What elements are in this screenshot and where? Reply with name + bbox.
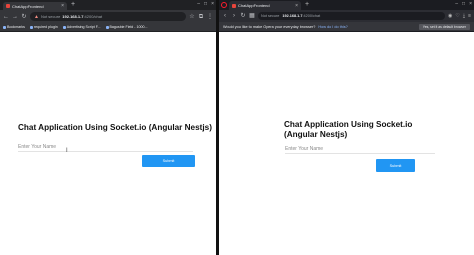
page-title: Chat Application Using Socket.io (Angula… bbox=[18, 123, 212, 132]
forward-icon[interactable]: → bbox=[12, 14, 18, 20]
right-security-label: Not secure bbox=[261, 14, 280, 18]
bookmark-item[interactable]: Advertising Script F... bbox=[62, 25, 101, 29]
download-icon[interactable]: ⤓ bbox=[463, 13, 465, 19]
left-page: Chat Application Using Socket.io (Angula… bbox=[0, 32, 216, 255]
name-input[interactable] bbox=[285, 145, 435, 154]
close-window-icon[interactable]: × bbox=[211, 1, 214, 7]
right-url-rest: :4200/chat bbox=[302, 14, 321, 18]
right-window-controls: – □ × bbox=[455, 1, 472, 7]
name-input[interactable] bbox=[18, 143, 193, 152]
left-url: 192.168.1.7:4200/chat bbox=[62, 14, 102, 19]
right-page: Chat Application Using Socket.io (Angula… bbox=[219, 33, 474, 255]
maximize-icon[interactable]: □ bbox=[204, 1, 207, 7]
reload-icon[interactable]: ↻ bbox=[240, 13, 246, 19]
menu-icon[interactable]: ≡ bbox=[468, 13, 471, 19]
bookmark-item[interactable]: Bookmarks bbox=[3, 25, 25, 29]
star-icon[interactable]: ☆ bbox=[189, 14, 195, 20]
default-browser-bar: Would you like to make Opera your everyd… bbox=[219, 22, 474, 32]
left-security-label: Not secure bbox=[40, 14, 61, 19]
close-window-icon[interactable]: × bbox=[469, 1, 472, 7]
right-url-host: 192.168.1.7 bbox=[282, 14, 303, 18]
bookmark-label: Bookmarks bbox=[7, 25, 25, 29]
back-icon[interactable]: ← bbox=[3, 14, 9, 20]
maximize-icon[interactable]: □ bbox=[462, 1, 465, 7]
how-to-link[interactable]: How do I do this? bbox=[318, 25, 347, 29]
back-icon[interactable]: ‹ bbox=[222, 13, 228, 19]
right-toolbar: ‹ › ↻ ▦ Not secure 192.168.1.7:4200/chat… bbox=[219, 10, 474, 22]
submit-button[interactable]: Submit bbox=[376, 159, 415, 172]
heart-icon[interactable]: ♡ bbox=[455, 13, 459, 19]
opera-logo-icon[interactable] bbox=[221, 2, 227, 8]
warning-icon[interactable]: ▲ bbox=[34, 14, 39, 20]
new-tab-icon[interactable]: + bbox=[305, 1, 309, 9]
left-address-bar[interactable]: ▲ Not secure 192.168.1.7:4200/chat bbox=[30, 12, 186, 21]
minimize-icon[interactable]: – bbox=[197, 1, 200, 7]
bookmark-folder-icon bbox=[29, 25, 33, 29]
bookmark-label: Advertising Script F... bbox=[66, 25, 101, 29]
close-icon[interactable]: × bbox=[295, 3, 298, 9]
left-url-host: 192.168.1.7 bbox=[62, 14, 84, 19]
left-window-controls: – □ × bbox=[197, 1, 214, 7]
left-tabstrip: ChatAppFrontend × + – □ × bbox=[0, 0, 216, 10]
right-browser-window: ChatAppFrontend × + – □ × ‹ › ↻ ▦ Not se… bbox=[219, 0, 474, 255]
left-toolbar: ← → ↻ ▲ Not secure 192.168.1.7:4200/chat… bbox=[0, 10, 216, 23]
close-icon[interactable]: × bbox=[61, 3, 64, 9]
menu-icon[interactable]: ⋮ bbox=[207, 14, 213, 20]
left-browser-window: ChatAppFrontend × + – □ × ← → ↻ ▲ Not se… bbox=[0, 0, 216, 255]
extensions-icon[interactable]: ⧉ bbox=[198, 14, 204, 20]
bookmarks-bar: Bookmarks required plugin Advertising Sc… bbox=[0, 23, 216, 32]
right-address-bar[interactable]: Not secure 192.168.1.7:4200/chat bbox=[258, 12, 445, 20]
camera-icon[interactable]: ◉ bbox=[448, 13, 452, 19]
bookmark-folder-icon bbox=[105, 25, 109, 29]
new-tab-icon[interactable]: + bbox=[71, 1, 75, 9]
right-tabstrip: ChatAppFrontend × + – □ × bbox=[219, 0, 474, 10]
page-title: Chat Application Using Socket.io (Angula… bbox=[284, 120, 413, 139]
favicon-icon bbox=[232, 3, 236, 8]
default-browser-message: Would you like to make Opera your everyd… bbox=[223, 24, 316, 29]
grid-icon[interactable]: ▦ bbox=[249, 13, 255, 19]
bookmark-label: required plugin bbox=[33, 25, 58, 29]
screen: ChatAppFrontend × + – □ × ← → ↻ ▲ Not se… bbox=[0, 0, 474, 255]
set-default-button[interactable]: Yes, set it as default browser bbox=[418, 23, 470, 30]
reload-icon[interactable]: ↻ bbox=[21, 14, 27, 20]
favicon-icon bbox=[6, 4, 10, 8]
right-toolbar-icons: ◉ ♡ ⤓ ≡ bbox=[448, 13, 471, 19]
bookmark-item[interactable]: required plugin bbox=[29, 25, 58, 29]
left-url-rest: :4200/chat bbox=[83, 14, 103, 19]
text-cursor-icon: I bbox=[66, 148, 68, 154]
right-url: 192.168.1.7:4200/chat bbox=[282, 14, 320, 18]
minimize-icon[interactable]: – bbox=[455, 1, 458, 7]
right-tab-title: ChatAppFrontend bbox=[238, 3, 270, 8]
submit-button[interactable]: Submit bbox=[142, 155, 195, 167]
left-tab[interactable]: ChatAppFrontend × bbox=[3, 2, 67, 10]
right-tab[interactable]: ChatAppFrontend × bbox=[229, 1, 301, 10]
bookmark-folder-icon bbox=[62, 25, 66, 29]
bookmark-label: Bagusbie Field - 1000... bbox=[109, 25, 148, 29]
left-tab-title: ChatAppFrontend bbox=[12, 3, 44, 9]
bookmark-item[interactable]: Bagusbie Field - 1000... bbox=[105, 25, 148, 29]
forward-icon[interactable]: › bbox=[231, 13, 237, 19]
bookmark-folder-icon bbox=[3, 25, 6, 29]
